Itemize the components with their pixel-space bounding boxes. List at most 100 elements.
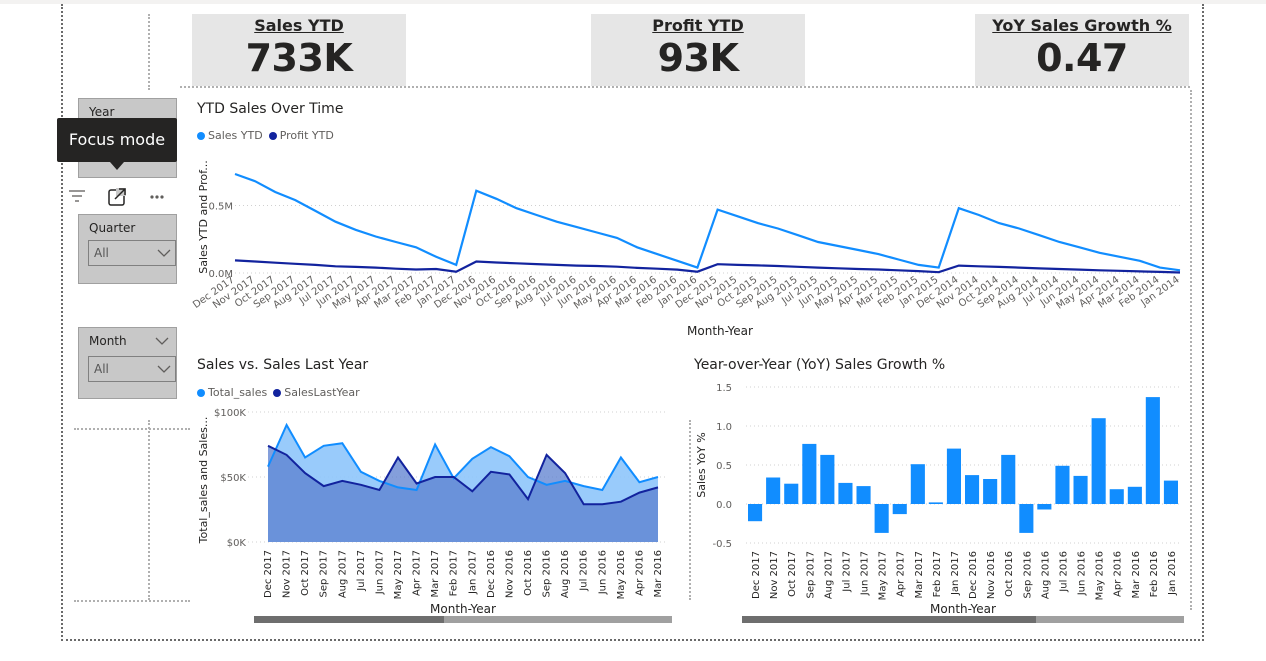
x-tick-label: May 2017 [878, 551, 889, 600]
x-axis-title: Month-Year [430, 602, 496, 616]
yoy-growth-bar-chart[interactable]: -0.5 0.0 0.5 1.0 1.5 Sales YoY % Month-Year Dec… [690, 375, 1190, 620]
visual-header-icons [69, 188, 164, 206]
area-chart-scrollbar[interactable] [254, 616, 672, 623]
kpi-value: 0.47 [1036, 36, 1128, 80]
filter-icon[interactable] [69, 190, 85, 202]
x-tick-label: Feb 2017 [449, 550, 460, 596]
y-tick-label: -0.5 [712, 539, 732, 550]
x-tick-label: Dec 2017 [751, 551, 762, 599]
x-tick-label: Oct 2016 [523, 550, 534, 596]
y-tick-label: 0.5 [716, 461, 732, 472]
x-tick-label: Feb 2017 [932, 551, 943, 597]
x-tick-label: Nov 2016 [504, 550, 515, 598]
x-tick-label: Jul 2016 [579, 550, 590, 592]
chevron-down-icon [157, 249, 171, 257]
x-tick-label: Nov 2016 [986, 551, 997, 599]
area-chart-title: Sales vs. Sales Last Year [197, 357, 369, 373]
x-tick-label: Apr 2017 [412, 550, 423, 596]
x-tick-label: Sep 2017 [319, 550, 330, 597]
x-tick-label: Nov 2017 [769, 551, 780, 599]
x-tick-label: Jan 2017 [950, 551, 961, 596]
line-chart-legend[interactable]: Sales YTD Profit YTD [197, 129, 340, 142]
legend-label: Total_sales [208, 386, 268, 399]
more-options-icon[interactable] [150, 195, 164, 199]
bar [820, 454, 835, 504]
bar [748, 504, 763, 522]
kpi-card-profit-ytd[interactable]: Profit YTD 93K [591, 14, 805, 86]
x-tick-label: May 2017 [393, 550, 404, 599]
legend-item[interactable]: Sales YTD [197, 129, 263, 142]
y-axis-title: Sales YTD and Prof... [197, 160, 210, 273]
legend-label: Sales YTD [208, 129, 263, 142]
y-tick-label: 0.0 [716, 500, 732, 511]
x-tick-label: Dec 2016 [486, 550, 497, 598]
kpi-label: YoY Sales Growth % [992, 16, 1172, 35]
area-chart-legend[interactable]: Total_sales SalesLastYear [197, 386, 366, 399]
legend-item[interactable]: SalesLastYear [273, 386, 360, 399]
x-tick-label: Nov 2017 [282, 550, 293, 598]
month-dropdown[interactable]: All [88, 356, 176, 382]
quarter-dropdown[interactable]: All [88, 240, 176, 266]
bar [802, 443, 817, 504]
x-tick-label: Sep 2016 [1022, 551, 1033, 598]
bar [1127, 486, 1142, 504]
bar [965, 475, 980, 504]
kpi-label: Sales YTD [254, 16, 344, 35]
x-tick-label: Dec 2017 [263, 550, 274, 598]
x-tick-label: Jul 2016 [1058, 551, 1069, 593]
grid-guide [148, 14, 150, 90]
bar-chart-scrollbar[interactable] [742, 616, 1184, 623]
bar [1163, 480, 1178, 504]
x-tick-label: Jun 2017 [860, 551, 871, 596]
series-line-profit-ytd [234, 259, 1181, 274]
bar [910, 464, 925, 504]
bar [928, 502, 943, 504]
x-tick-label: Aug 2016 [560, 550, 571, 598]
bar [892, 504, 907, 515]
x-tick-label: Jul 2017 [841, 551, 852, 593]
scrollbar-thumb[interactable] [742, 616, 1036, 623]
dropdown-value: All [94, 362, 109, 376]
bar [766, 477, 781, 504]
visual-header [66, 186, 176, 208]
grid-guide [148, 420, 150, 600]
grid-guide [74, 428, 190, 430]
scrollbar-thumb[interactable] [254, 616, 444, 623]
kpi-card-yoy-growth[interactable]: YoY Sales Growth % 0.47 [975, 14, 1189, 86]
bar [838, 482, 853, 504]
x-tick-label: Jun 2016 [597, 550, 608, 595]
x-tick-label: Oct 2016 [1004, 551, 1015, 597]
chevron-down-icon[interactable] [155, 337, 169, 346]
grid-guide [1190, 90, 1192, 610]
legend-label: Profit YTD [279, 129, 334, 142]
x-tick-label: Apr 2016 [634, 550, 645, 596]
quarter-slicer[interactable]: Quarter All [78, 214, 177, 284]
legend-item[interactable]: Total_sales [197, 386, 267, 399]
kpi-label: Profit YTD [652, 16, 744, 35]
focus-mode-tooltip: Focus mode [57, 118, 177, 162]
x-tick-label: Oct 2017 [787, 551, 798, 597]
legend-dot [197, 131, 205, 140]
x-tick-label: Jan 2016 [1167, 551, 1178, 596]
focus-mode-icon[interactable] [108, 188, 126, 206]
kpi-value: 93K [657, 36, 739, 80]
x-tick-label: Aug 2017 [337, 550, 348, 598]
bar [1073, 475, 1088, 504]
bar [1109, 489, 1124, 504]
x-tick-label: Oct 2017 [300, 550, 311, 596]
month-slicer[interactable]: Month All [78, 327, 177, 399]
chevron-down-icon [157, 365, 171, 373]
legend-item[interactable]: Profit YTD [268, 129, 334, 142]
x-tick-label: Apr 2016 [1113, 551, 1124, 597]
kpi-value: 733K [245, 36, 353, 80]
y-axis-title: Sales YoY % [695, 432, 708, 497]
sales-vs-last-year-area-chart[interactable]: $0K $50K $100K Total_sales and Sales... Mont… [190, 400, 680, 620]
slicer-title: Quarter [89, 221, 136, 235]
kpi-card-sales-ytd[interactable]: Sales YTD 733K [192, 14, 406, 86]
x-tick-label: Mar 2017 [430, 550, 441, 598]
x-tick-label: May 2016 [1095, 551, 1106, 600]
ytd-sales-line-chart[interactable]: 0.0M0.5MSales YTD and Prof...Month-YearD… [190, 145, 1190, 343]
bar [1055, 465, 1070, 504]
x-tick-label: Feb 2016 [1149, 551, 1160, 597]
bar [856, 486, 871, 504]
